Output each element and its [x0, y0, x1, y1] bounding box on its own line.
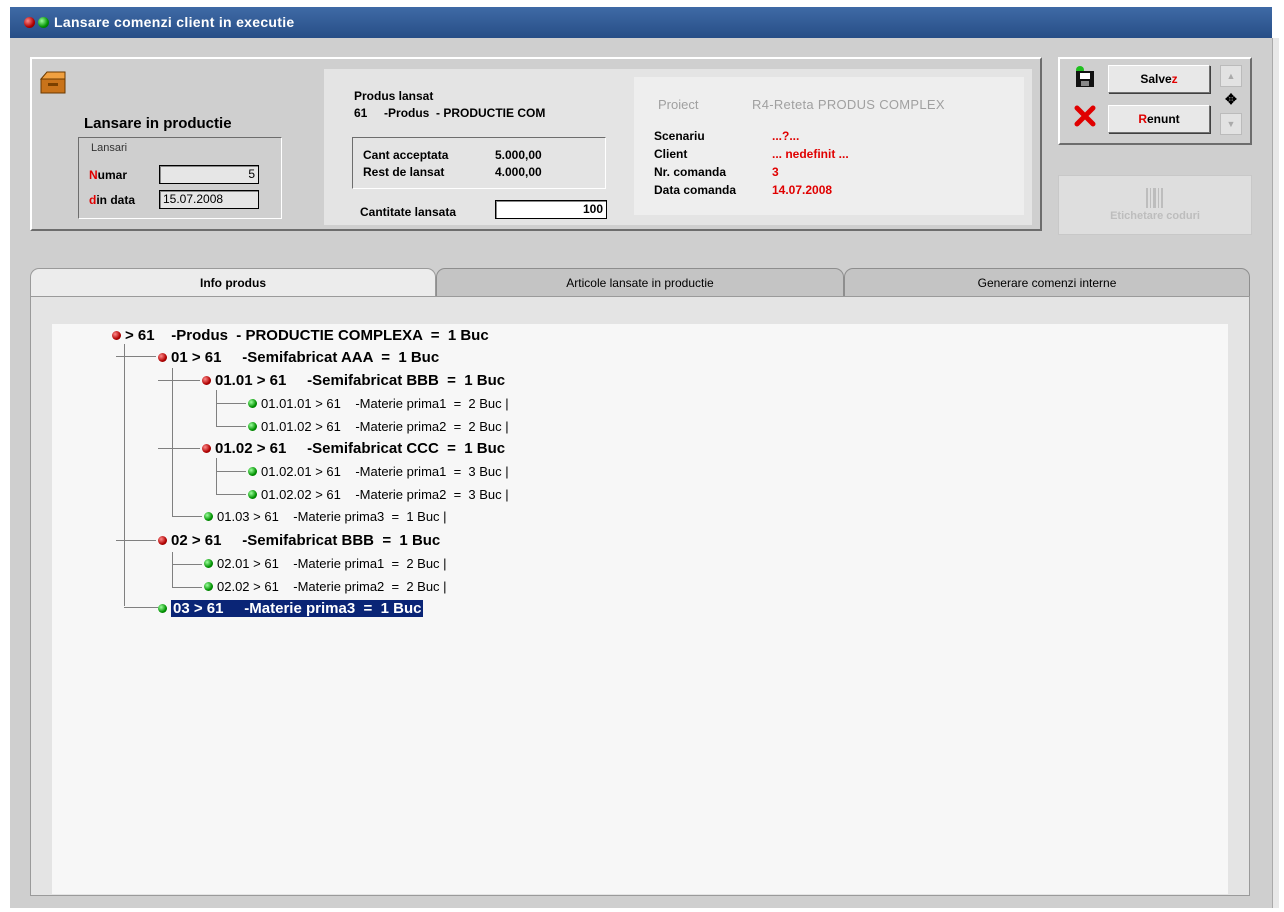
nr-comanda-label: Nr. comanda [654, 165, 727, 179]
cant-group: Cant acceptata 5.000,00 Rest de lansat 4… [352, 137, 606, 189]
cancel-x-icon [1074, 105, 1096, 127]
tree-node-03-selected[interactable]: 03 > 61 -Materie prima3 = 1 Buc [158, 600, 424, 618]
window-title: Lansare comenzi client in executie [54, 14, 295, 30]
node-red-bullet-icon [158, 352, 167, 362]
move-cross-icon[interactable]: ✥ [1220, 89, 1242, 111]
client-label: Client [654, 147, 688, 161]
tree-node-01-01[interactable]: 01.01 > 61 -Semifabricat BBB = 1 Buc [202, 372, 505, 390]
barcode-label: Etichetare coduri [1110, 210, 1200, 222]
data-comanda-value: 14.07.2008 [772, 183, 833, 197]
scenariu-value: ...?... [772, 129, 800, 143]
barcode-button[interactable]: Etichetare coduri [1058, 175, 1252, 235]
tab-generare-comenzi[interactable]: Generare comenzi interne [844, 268, 1250, 296]
section-title: Lansare in productie [84, 115, 232, 132]
node-green-bullet-icon [248, 467, 257, 477]
node-green-bullet-icon [204, 582, 213, 592]
data-comanda-label: Data comanda [654, 183, 737, 197]
node-green-bullet-icon [248, 422, 257, 432]
tree-node-01-02[interactable]: 01.02 > 61 -Semifabricat CCC = 1 Buc [202, 440, 505, 458]
right-edge-scrollbar[interactable] [1272, 38, 1279, 908]
cant-acceptata-label: Cant acceptata [363, 148, 449, 162]
package-icon [39, 71, 66, 94]
tree-node-01-01-01[interactable]: 01.01.01 > 61 -Materie prima1 = 2 Buc | [248, 395, 509, 413]
tree-node-02-01[interactable]: 02.01 > 61 -Materie prima1 = 2 Buc | [204, 555, 447, 573]
cantitate-input[interactable]: 100 [495, 200, 607, 219]
save-button[interactable]: Salvez [1108, 65, 1210, 93]
close-dot-icon[interactable] [24, 17, 35, 28]
lansari-label: Lansari [91, 142, 128, 154]
node-green-bullet-icon [204, 559, 213, 569]
tab-info-produs[interactable]: Info produs [30, 268, 436, 296]
tree-node-02-02[interactable]: 02.02 > 61 -Materie prima2 = 2 Buc | [204, 578, 447, 596]
tree-node-01-03[interactable]: 01.03 > 61 -Materie prima3 = 1 Buc | [204, 508, 447, 526]
node-green-bullet-icon [158, 603, 167, 613]
minimize-dot-icon[interactable] [38, 17, 49, 28]
node-red-bullet-icon [112, 330, 121, 340]
scenariu-label: Scenariu [654, 129, 705, 143]
node-green-bullet-icon [248, 490, 257, 500]
produs-lansat-label: Produs lansat [354, 89, 434, 103]
cant-acceptata-value: 5.000,00 [495, 148, 542, 162]
node-green-bullet-icon [204, 512, 213, 522]
tree-node-02[interactable]: 02 > 61 -Semifabricat BBB = 1 Buc [158, 532, 440, 550]
numar-label: Numar [89, 168, 128, 182]
rest-label: Rest de lansat [363, 165, 445, 179]
produs-lansat-line: 61 -Produs - PRODUCTIE COM [354, 106, 546, 120]
data-field[interactable]: 15.07.2008 [159, 190, 259, 209]
numar-field[interactable]: 5 [159, 165, 259, 184]
spin-up-button[interactable]: ▲ [1220, 65, 1242, 87]
save-icon [1076, 66, 1094, 87]
title-bar[interactable]: Lansare comenzi client in executie [10, 7, 1272, 38]
barcode-icon [1146, 188, 1163, 208]
tab-articole-lansate[interactable]: Articole lansate in productie [436, 268, 844, 296]
action-panel: Salvez Renunt ▲ ✥ ▼ [1058, 57, 1252, 145]
node-red-bullet-icon [158, 535, 167, 545]
client-value: ... nedefinit ... [772, 147, 849, 161]
nr-comanda-value: 3 [772, 165, 779, 179]
tree-node-01-02-02[interactable]: 01.02.02 > 61 -Materie prima2 = 3 Buc | [248, 486, 509, 504]
proiect-label: Proiect [658, 97, 699, 112]
spin-down-button[interactable]: ▼ [1220, 113, 1242, 135]
header-panel: Lansare in productie Lansari Numar 5 din… [30, 57, 1042, 231]
tree-node-01-01-02[interactable]: 01.01.02 > 61 -Materie prima2 = 2 Buc | [248, 418, 509, 436]
tree-node-01[interactable]: 01 > 61 -Semifabricat AAA = 1 Buc [158, 349, 439, 367]
node-green-bullet-icon [248, 399, 257, 409]
lansari-group: Lansari Numar 5 din data 15.07.2008 [78, 137, 282, 219]
node-red-bullet-icon [202, 375, 211, 385]
tree-node-root[interactable]: > 61 -Produs - PRODUCTIE COMPLEXA = 1 Bu… [112, 327, 489, 345]
tree-node-01-02-01[interactable]: 01.02.01 > 61 -Materie prima1 = 3 Buc | [248, 463, 509, 481]
data-label: din data [89, 193, 136, 207]
cancel-button[interactable]: Renunt [1108, 105, 1210, 133]
rest-value: 4.000,00 [495, 165, 542, 179]
node-red-bullet-icon [202, 443, 211, 453]
cantitate-label: Cantitate lansata [360, 205, 457, 219]
proiect-value: R4-Reteta PRODUS COMPLEX [752, 97, 945, 112]
